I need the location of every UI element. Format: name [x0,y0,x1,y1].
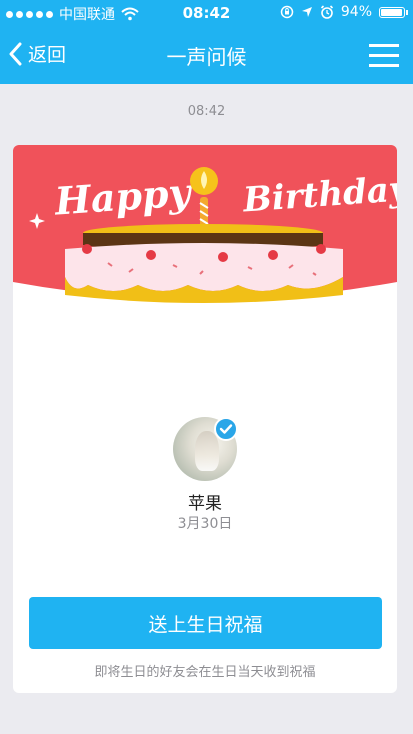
birthday-banner: Happy Birthday [13,145,397,303]
birthday-date: 3月30日 [177,516,233,532]
status-bar: 中国联通 08:42 94% [0,0,413,28]
status-right-group: 94% [280,4,408,20]
page-title: 一声问候 [166,45,247,69]
message-timestamp: 08:42 [187,104,226,119]
rotation-lock-icon [280,5,294,19]
alarm-icon [320,5,333,19]
send-birthday-wishes-button[interactable]: 送上生日祝福 [29,597,382,649]
verified-check-icon [214,417,238,441]
top-bar: 中国联通 08:42 94% 返回 一声问候 [0,0,413,84]
location-icon [301,7,312,17]
friend-name: 苹果 [188,494,222,514]
battery-percent: 94% [340,4,372,20]
navigation-bar: 返回 一声问候 [0,28,413,84]
birthday-note: 即将生日的好友会在生日当天收到祝福 [94,665,316,680]
menu-icon[interactable] [369,42,399,68]
battery-icon [379,6,408,18]
birthday-card: Happy Birthday 苹果 3月30日 送上生日祝福 即将生日的好友会在… [13,145,397,693]
